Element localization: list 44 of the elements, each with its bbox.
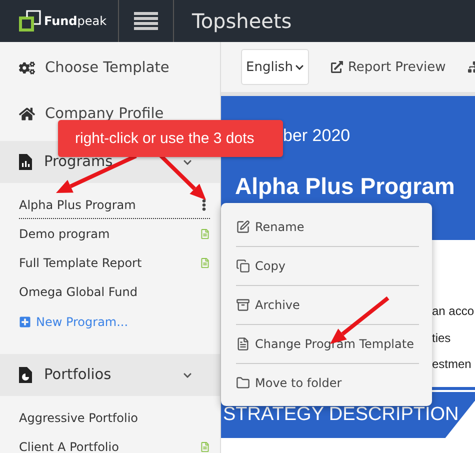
list-item[interactable]: Demo program <box>19 221 210 248</box>
section-title: Portfolios <box>44 367 112 383</box>
body-text: ties <box>432 330 451 346</box>
external-link-icon <box>330 61 343 73</box>
nav-link[interactable]: Choose Template <box>0 45 220 91</box>
folder-icon <box>236 376 250 390</box>
menu-icon[interactable] <box>134 12 158 30</box>
chart-file-icon <box>19 154 32 170</box>
pencil-square-icon <box>236 220 250 234</box>
item-label: Alpha Plus Program <box>19 198 137 212</box>
section-title: Programs <box>44 154 114 170</box>
language-select[interactable]: English <box>241 49 309 85</box>
chevron-icon <box>294 62 304 72</box>
item-label: Aggressive Portfolio <box>19 411 139 425</box>
gears-icon <box>19 60 35 76</box>
report-date: ber 2020 <box>283 126 350 146</box>
item-label: Full Template Report <box>19 256 143 270</box>
callout-tooltip: right-click or use the 3 dots <box>58 120 283 157</box>
menu-item[interactable]: Rename <box>236 208 419 247</box>
report-title: Alpha Plus Program <box>235 173 456 200</box>
list-item[interactable]: Omega Global Fund <box>19 279 210 306</box>
item-label: Client A Portfolio <box>19 440 120 453</box>
copy-icon <box>236 259 250 273</box>
chevron-icon <box>183 158 192 166</box>
list-item[interactable]: Full Template Report <box>19 250 210 277</box>
menu-item[interactable]: Archive <box>236 286 419 325</box>
list-item[interactable]: Client A Portfolio <box>19 434 210 453</box>
body-text: estmen <box>432 357 472 373</box>
report-preview-button[interactable]: Report Preview <box>322 60 454 74</box>
body-text: an acco <box>432 304 474 320</box>
logo-text: Fundpeak <box>44 14 107 28</box>
document-icon <box>236 337 250 351</box>
list-item[interactable]: Aggressive Portfolio <box>19 405 210 432</box>
home-icon <box>19 106 35 122</box>
section-header[interactable]: Portfolios <box>0 354 220 396</box>
menu-item[interactable]: Copy <box>236 247 419 286</box>
item-label: Omega Global Fund <box>19 285 138 299</box>
chevron-icon <box>183 370 192 380</box>
plus-icon <box>19 316 31 328</box>
archive-icon <box>236 298 250 312</box>
logo-icon <box>19 10 41 32</box>
item-label: Demo program <box>19 227 111 241</box>
pie-file-icon <box>19 367 32 383</box>
app-title: Topsheets <box>192 9 292 33</box>
